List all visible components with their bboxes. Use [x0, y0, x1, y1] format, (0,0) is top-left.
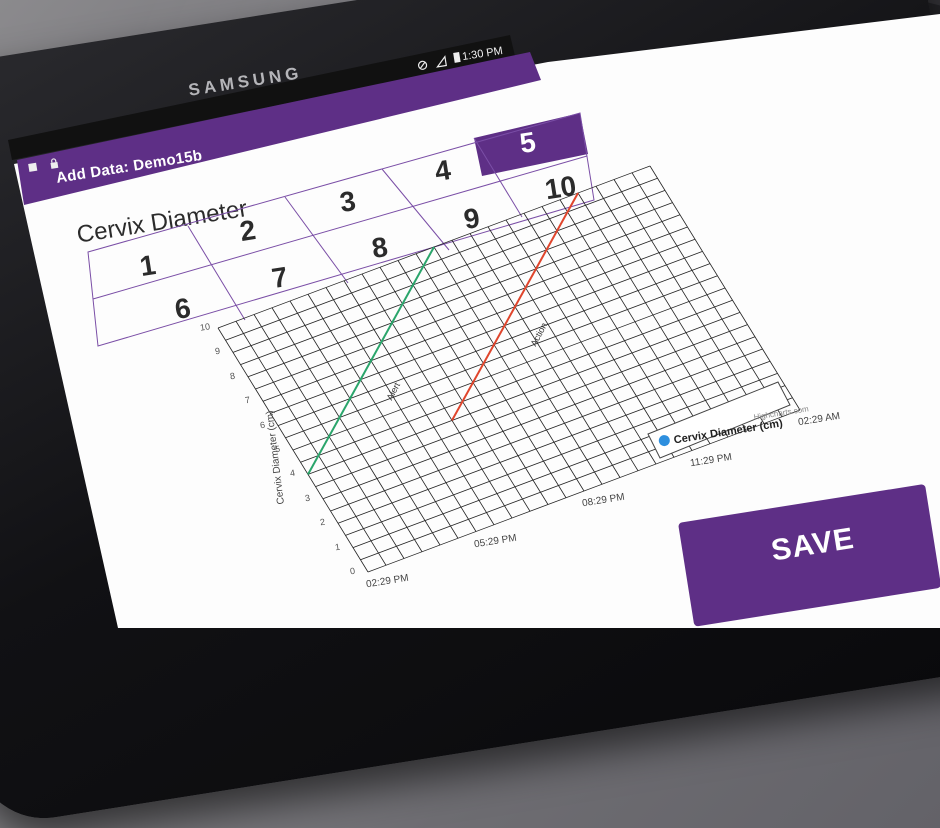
alert-line-label: Alert	[385, 380, 403, 401]
save-label: SAVE	[768, 521, 857, 568]
chart-grid	[217, 165, 801, 573]
y-tick-label: 10	[199, 321, 211, 333]
tablet-screen: 1:30 PM Add Data: Demo15b Cervix Diamete…	[0, 0, 940, 628]
legend-dot	[658, 434, 671, 447]
